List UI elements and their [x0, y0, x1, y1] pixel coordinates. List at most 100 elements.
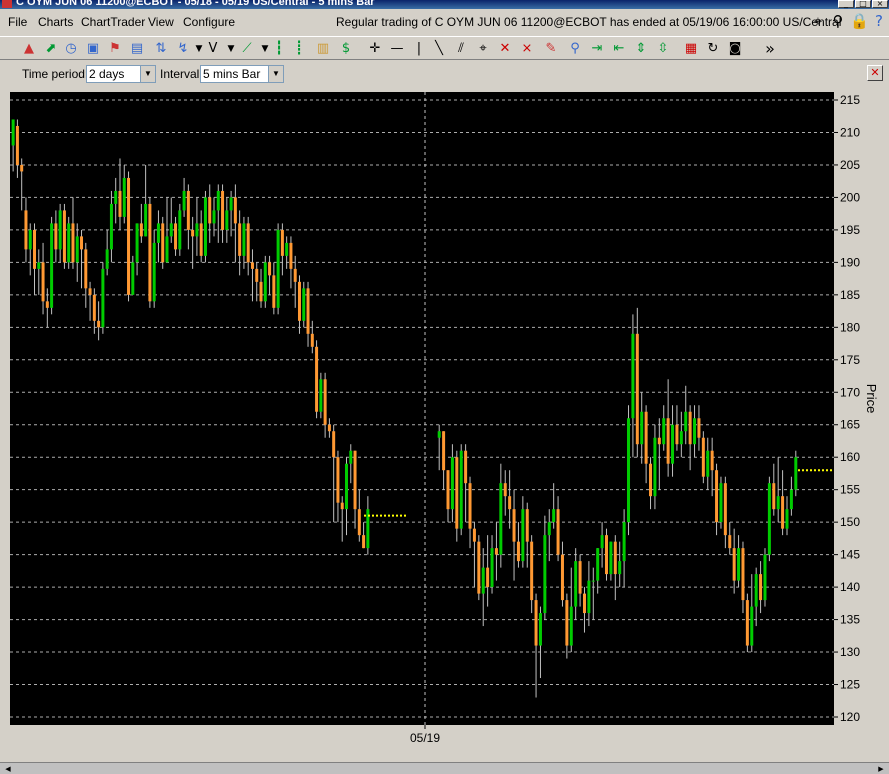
candle-body: [293, 268, 297, 282]
menu-file[interactable]: File: [8, 15, 27, 29]
compress-price-icon[interactable]: ⇳: [654, 40, 672, 58]
trend-line-icon[interactable]: ╲: [430, 40, 448, 58]
candle-body: [199, 223, 203, 256]
maximize-button[interactable]: □: [855, 0, 871, 8]
dollar-icon[interactable]: $: [337, 40, 355, 58]
minimize-button[interactable]: _: [838, 0, 854, 8]
lock-icon[interactable]: 🔒: [850, 12, 869, 30]
candle-body: [92, 294, 96, 321]
candle-body: [327, 424, 331, 432]
candle-body: [745, 600, 749, 646]
candle-body: [306, 288, 310, 334]
chevron-down-icon[interactable]: ▼: [140, 66, 155, 82]
chart-svg[interactable]: 120 125 130 135 140 145 150 155 160 165 170 175 180 1…: [8, 90, 889, 750]
time-period-select[interactable]: 2 days ▼: [86, 65, 156, 83]
candle-body: [165, 236, 169, 263]
candle-body: [242, 223, 246, 256]
candle-body: [684, 411, 688, 432]
candle-body: [649, 463, 653, 497]
candle-body: [80, 236, 84, 250]
candle-body: [613, 541, 617, 575]
vertical-line-icon[interactable]: |: [410, 40, 428, 58]
studies-icon[interactable]: V: [204, 40, 222, 58]
candle-body: [276, 229, 280, 308]
y-tick-label: 125: [840, 678, 860, 692]
candle-body: [653, 437, 657, 497]
scroll-left-icon[interactable]: ◀: [2, 764, 14, 774]
crosshair-icon[interactable]: ⌖: [809, 12, 827, 30]
delete-chart-icon[interactable]: ⚑: [106, 40, 124, 58]
candle-body: [490, 548, 494, 588]
scroll-right-icon[interactable]: ▶: [875, 764, 887, 774]
color-palette-icon[interactable]: ▦: [682, 40, 700, 58]
candle-body: [84, 249, 88, 289]
close-window-button[interactable]: ×: [872, 0, 888, 8]
candle-body: [512, 509, 516, 542]
histogram-icon[interactable]: ▥: [314, 40, 332, 58]
clock-icon[interactable]: ◷: [62, 40, 80, 58]
menu-view[interactable]: View: [148, 15, 174, 29]
interval-select[interactable]: 5 mins Bar ▼: [200, 65, 284, 83]
bar-chart-icon[interactable]: ┇: [270, 40, 288, 58]
candle-body: [622, 522, 626, 562]
expand-price-icon[interactable]: ⇕: [632, 40, 650, 58]
candle-body: [50, 223, 54, 308]
candle-body: [122, 177, 126, 217]
camera-icon[interactable]: ◙: [726, 40, 744, 58]
order-tool-icon[interactable]: ✎: [542, 40, 560, 58]
line-chart-icon[interactable]: ⟋: [238, 40, 256, 58]
parallel-lines-icon[interactable]: ⫽: [452, 40, 470, 58]
refresh-icon[interactable]: ↻: [704, 40, 722, 58]
price-chart[interactable]: 120 125 130 135 140 145 150 155 160 165 170 175 180 1…: [8, 90, 889, 750]
close-chart-icon[interactable]: ✕: [867, 65, 883, 81]
candle-body: [609, 541, 613, 575]
horizontal-scrollbar[interactable]: ◀ ▶: [0, 762, 889, 774]
candle-body: [508, 496, 512, 510]
candle-body: [591, 580, 595, 582]
y-tick-label: 150: [840, 515, 860, 529]
zoom-out-time-icon[interactable]: ⇤: [610, 40, 628, 58]
candle-body: [450, 457, 454, 510]
fibonacci-icon[interactable]: ⌖: [474, 40, 492, 58]
delete-all-drawings-icon[interactable]: ⨯: [518, 40, 536, 58]
chevron-down-icon[interactable]: ▼: [268, 66, 283, 82]
menu-configure[interactable]: Configure: [183, 15, 235, 29]
app-icon: [2, 0, 12, 8]
scale-icon[interactable]: ⇅: [152, 40, 170, 58]
candle-body: [88, 288, 92, 295]
pin-icon[interactable]: ⚲: [829, 12, 847, 30]
new-chart-icon[interactable]: ▲: [20, 40, 38, 58]
zoom-in-time-icon[interactable]: ⇥: [588, 40, 606, 58]
delete-drawing-icon[interactable]: ✕: [496, 40, 514, 58]
candle-body: [259, 281, 263, 302]
candle-body: [486, 567, 490, 588]
candle-body: [737, 548, 741, 581]
candle-body: [688, 411, 692, 445]
candle-body: [534, 600, 538, 646]
toolbar-overflow-button[interactable]: »: [761, 40, 779, 58]
window-title: C OYM JUN 06 11200@ECBOT - 05/18 - 05/19…: [16, 0, 375, 8]
menu-charts[interactable]: Charts: [38, 15, 73, 29]
y-axis-label: Price: [864, 384, 879, 414]
zoom-in-icon[interactable]: ⚲: [566, 40, 584, 58]
study-icon[interactable]: ⬈: [42, 40, 60, 58]
candle-body: [62, 210, 66, 263]
help-icon[interactable]: ?: [870, 12, 888, 30]
candle-body: [144, 203, 148, 237]
candle-body: [640, 411, 644, 445]
candle-body: [776, 496, 780, 510]
window-chart-icon[interactable]: ▣: [84, 40, 102, 58]
chart-settings-icon[interactable]: ▤: [128, 40, 146, 58]
candle-body: [135, 223, 139, 263]
crosshair-tool-icon[interactable]: ✛: [366, 40, 384, 58]
horizontal-line-icon[interactable]: —: [388, 40, 406, 58]
candle-body: [246, 223, 250, 263]
candle-chart-icon[interactable]: ┋: [290, 40, 308, 58]
candle-body: [285, 242, 289, 256]
candle-body: [297, 281, 301, 321]
menu-charttrader[interactable]: ChartTrader: [81, 15, 145, 29]
candle-body: [101, 268, 105, 328]
candle-body: [679, 431, 683, 445]
candle-body: [759, 574, 763, 601]
candle-body: [516, 541, 520, 562]
